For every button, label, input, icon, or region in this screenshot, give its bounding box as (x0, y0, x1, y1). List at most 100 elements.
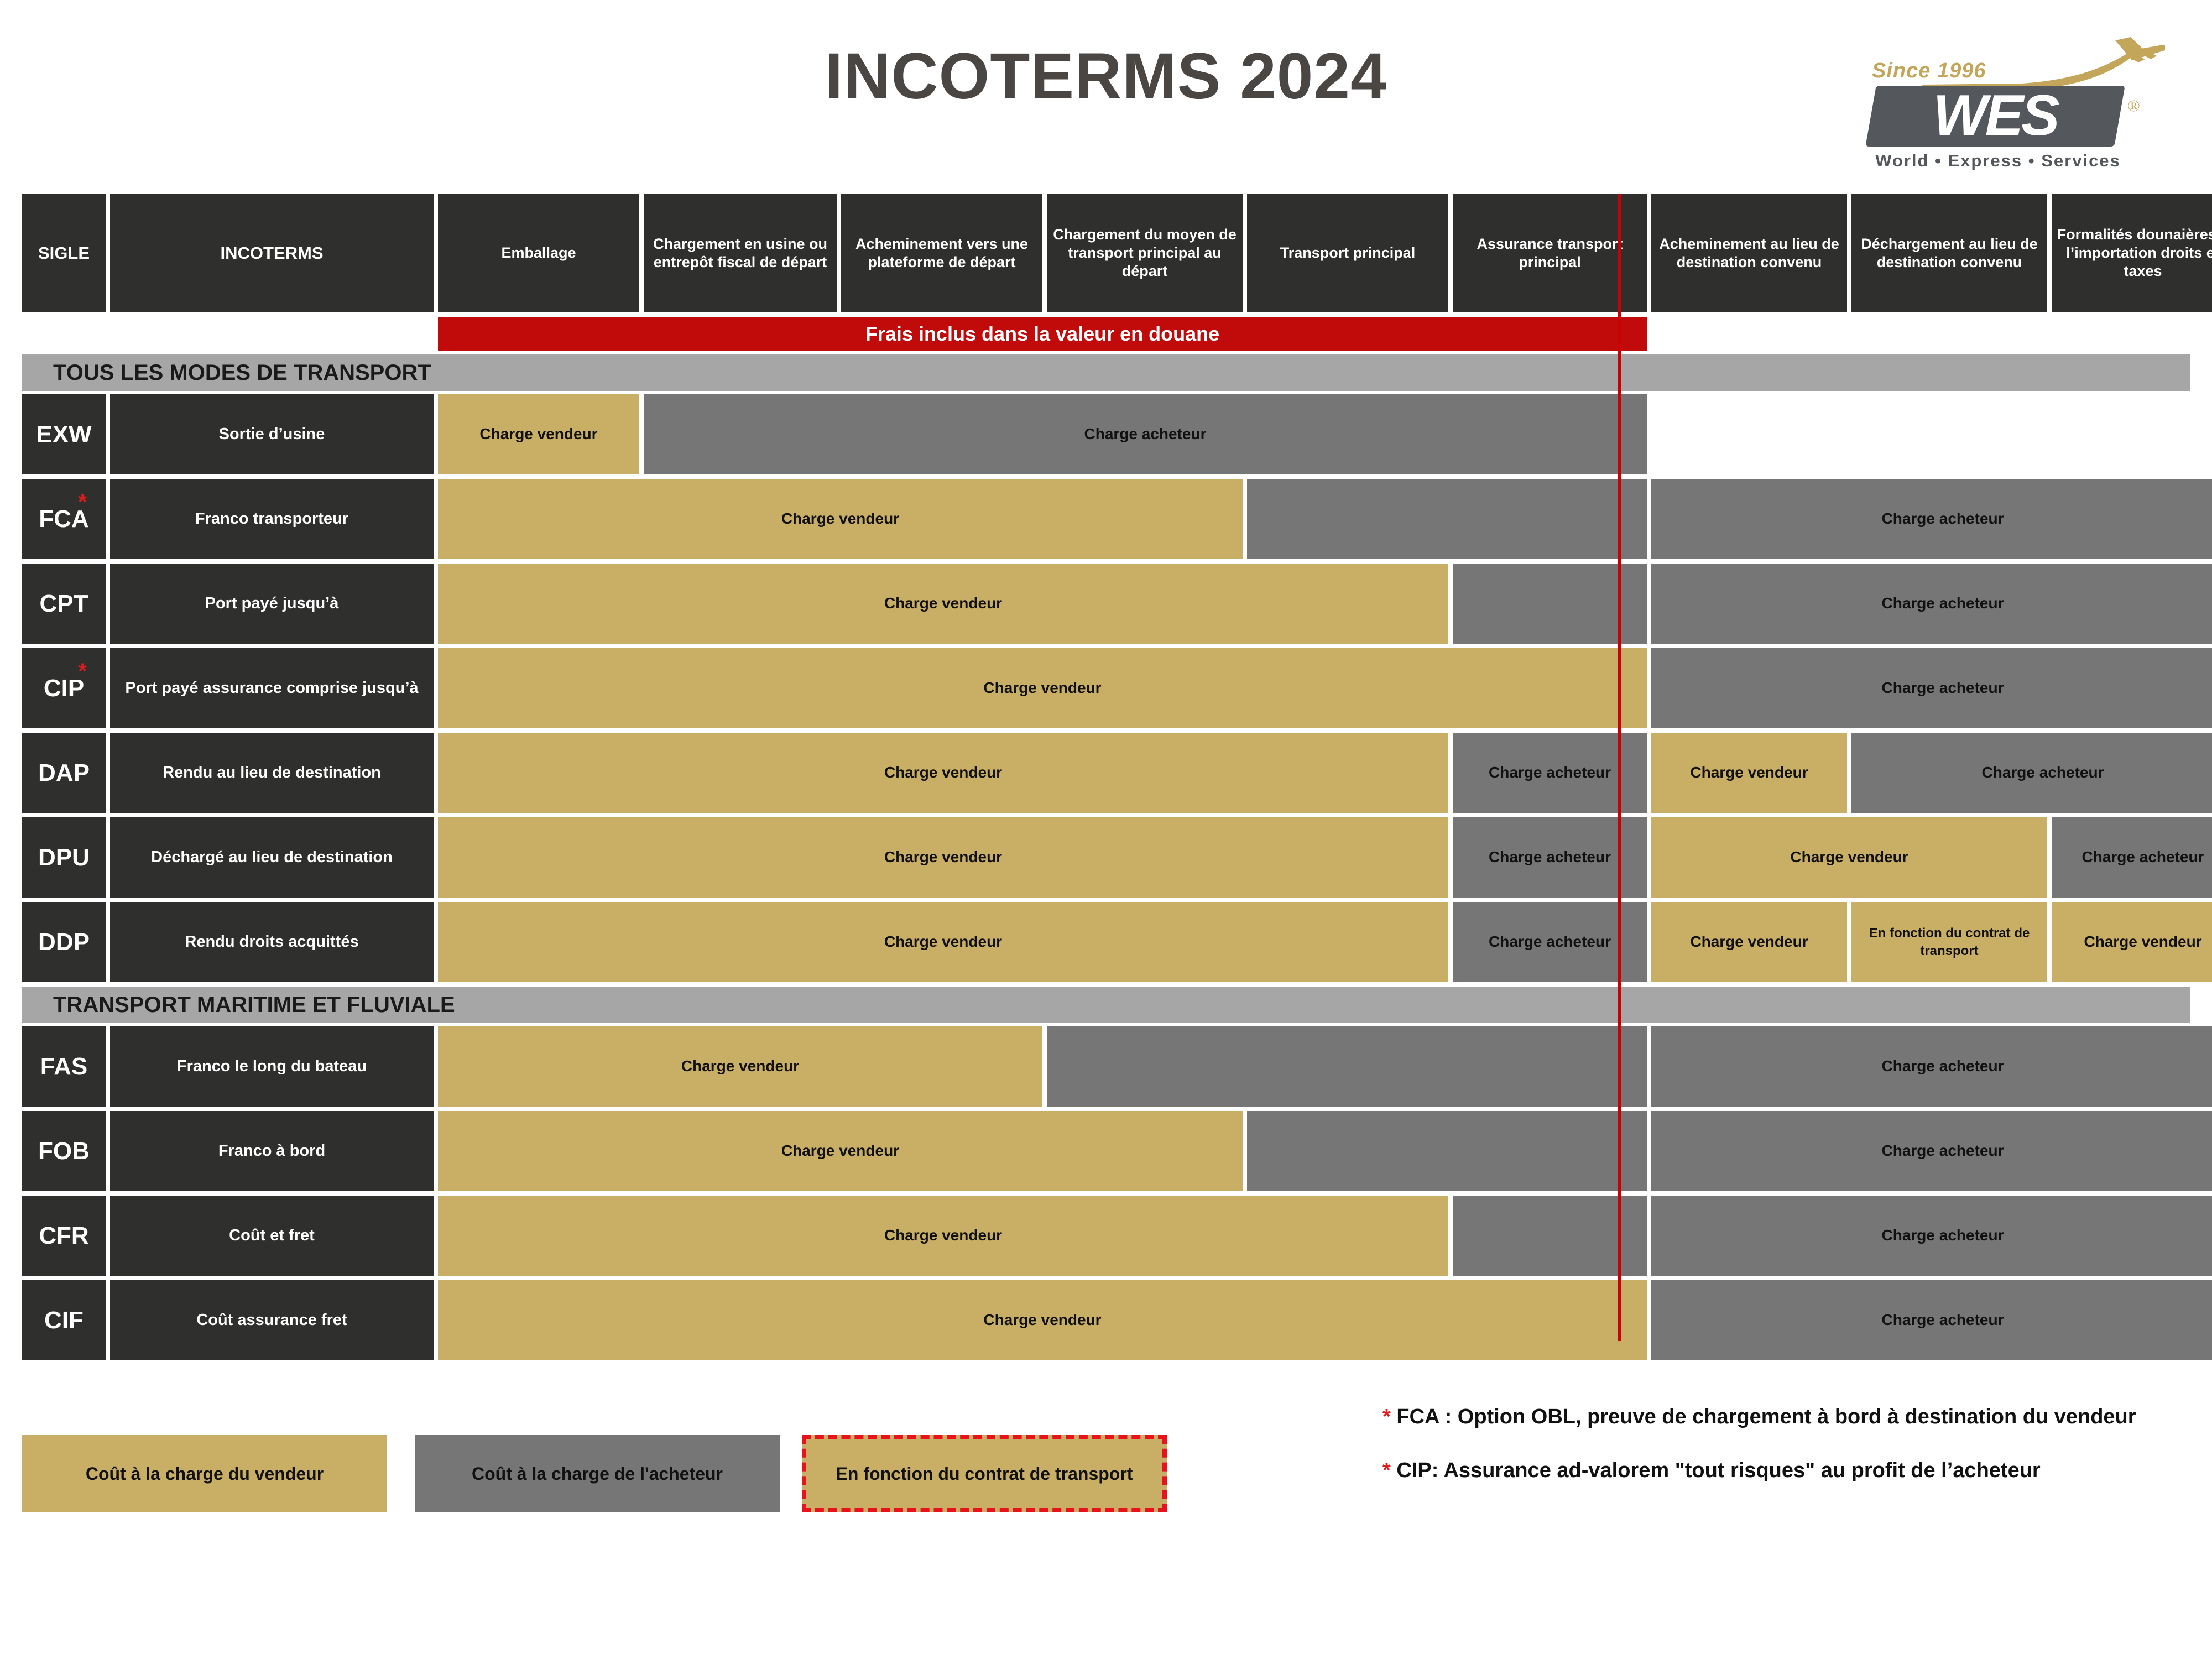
incoterm-code: CIF (22, 1280, 106, 1360)
table-row: FCA * Franco transporteur Charge vendeur Cha… (22, 479, 2212, 559)
registered-trademark-icon: ® (2127, 97, 2140, 115)
column-header-transport: Transport principal (1247, 194, 1448, 312)
cost-cell-seller: Charge vendeur (438, 648, 1647, 728)
section-title: TRANSPORT MARITIME ET FLUVIALE (22, 987, 2190, 1023)
cost-cell-buyer: Charge acheteur (1851, 733, 2212, 813)
cost-cell-seller: Charge vendeur (1651, 817, 2047, 898)
legend-contract-dependent: En fonction du contrat de transport (802, 1435, 1167, 1512)
cost-cell-seller: Charge vendeur (1651, 733, 1847, 813)
incoterm-code-label: FOB (38, 1137, 90, 1165)
section-title: TOUS LES MODES DE TRANSPORT (22, 354, 2190, 391)
cost-cell-seller: Charge vendeur (1651, 902, 1847, 982)
column-header-charg_usine: Chargement en usine ou entrepôt fiscal d… (644, 194, 837, 312)
legend-seller-cost: Coût à la charge du vendeur (22, 1435, 387, 1512)
incoterm-code: DDP (22, 902, 106, 982)
cost-cell-buyer: Charge acheteur (1651, 1111, 2212, 1191)
column-header-incoterms: INCOTERMS (110, 194, 434, 312)
table-row: DPU Déchargé au lieu de destination Charge… (22, 817, 2212, 898)
incoterm-code-label: CIF (44, 1306, 84, 1334)
cost-cell-seller: Charge vendeur (438, 1111, 1243, 1191)
cost-cell-seller: Charge vendeur (438, 902, 1448, 982)
incoterm-name: Sortie d’usine (110, 394, 434, 474)
page-header: INCOTERMS 2024 Since 1996 WES ® World • … (0, 0, 2212, 182)
incoterm-code-label: DDP (38, 928, 90, 956)
incoterm-name: Franco transporteur (110, 479, 434, 559)
cost-cell-buyer: Charge acheteur (2052, 817, 2212, 898)
incoterm-code: FAS (22, 1026, 106, 1107)
incoterm-name: Déchargé au lieu de destination (110, 817, 434, 898)
incoterm-code: FCA * (22, 479, 106, 559)
customs-value-banner-row: Frais inclus dans la valeur en douane (22, 317, 2190, 351)
table-row: CIF Coût assurance fret Charge vendeur Char… (22, 1280, 2212, 1360)
incoterm-name: Port payé jusqu’à (110, 564, 434, 644)
cost-cell-buyer: Charge acheteur (1651, 1026, 2212, 1107)
cost-cell-seller: Charge vendeur (438, 394, 639, 474)
table-row: DDP Rendu droits acquittés Charge vendeur C… (22, 902, 2212, 982)
incoterm-code-label: DPU (38, 843, 90, 871)
incoterm-code: DAP (22, 733, 106, 813)
cost-cell-buyer: Charge acheteur (1651, 1280, 2212, 1360)
column-header-emballage: Emballage (438, 194, 639, 312)
cost-cell-seller: Charge vendeur (438, 817, 1448, 898)
asterisk-icon: * (78, 490, 87, 514)
incoterm-code-label: CFR (39, 1222, 89, 1249)
asterisk-icon: * (78, 659, 87, 684)
incoterm-code: FOB (22, 1111, 106, 1191)
asterisk-icon: * (1383, 1405, 1391, 1428)
table-row: DAP Rendu au lieu de destination Charge ve… (22, 733, 2212, 813)
table-row: FOB Franco à bord Charge vendeur Charge ach… (22, 1111, 2212, 1191)
column-header-formalites: Formalités dounaières à l’importation dr… (2052, 194, 2212, 312)
wes-logo: Since 1996 WES ® World • Express • Servi… (1855, 19, 2165, 170)
cost-cell-seller: Charge vendeur (438, 733, 1448, 813)
column-header-achem_plate: Acheminement vers une plateforme de dépa… (841, 194, 1042, 312)
cost-cell-seller: Charge vendeur (438, 1196, 1448, 1276)
legend: Coût à la charge du vendeur Coût à la ch… (22, 1435, 1183, 1546)
incoterm-code-label: EXW (36, 420, 92, 448)
incoterm-name: Franco à bord (110, 1111, 434, 1191)
logo-tagline: World • Express • Services (1875, 151, 2121, 170)
cost-cell-seller: Charge vendeur (438, 564, 1448, 644)
incoterm-name: Rendu au lieu de destination (110, 733, 434, 813)
table-row: FAS Franco le long du bateau Charge vendeu… (22, 1026, 2212, 1107)
table-row: CIP * Port payé assurance comprise jusqu’à… (22, 648, 2212, 728)
incoterm-name: Franco le long du bateau (110, 1026, 434, 1107)
customs-border-divider (1618, 194, 1621, 1341)
incoterm-name: Rendu droits acquittés (110, 902, 434, 982)
footnote-cip: * CIP: Assurance ad-valorem "tout risque… (1383, 1455, 2190, 1486)
legend-buyer-cost: Coût à la charge de l'acheteur (415, 1435, 780, 1512)
column-header-decharg_dest: Déchargement au lieu de destination conv… (1851, 194, 2047, 312)
logo-since-text: Since 1996 (1872, 59, 1986, 82)
footnote-fca-text: FCA : Option OBL, preuve de chargement à… (1390, 1405, 2136, 1428)
cost-cell-buyer (1247, 479, 1647, 559)
incoterms-table: SIGLE INCOTERMS Emballage Chargement en usi… (22, 194, 2212, 1365)
incoterm-code-label: CPT (39, 589, 88, 617)
footnotes: * FCA : Option OBL, preuve de chargement… (1383, 1402, 2190, 1509)
cost-cell-seller: Charge vendeur (438, 479, 1243, 559)
incoterm-code: CIP * (22, 648, 106, 728)
cost-cell-buyer (1247, 1111, 1647, 1191)
footnote-cip-text: CIP: Assurance ad-valorem "tout risques"… (1390, 1459, 2041, 1483)
cost-cell-buyer (1047, 1026, 1647, 1107)
incoterm-code: CPT (22, 564, 106, 644)
incoterm-name: Port payé assurance comprise jusqu’à (110, 648, 434, 728)
cost-cell-seller: Charge vendeur (438, 1026, 1042, 1107)
cost-cell-buyer: Charge acheteur (644, 394, 1647, 474)
incoterm-code-label: DAP (38, 759, 90, 786)
incoterm-name: Coût et fret (110, 1196, 434, 1276)
incoterm-code: EXW (22, 394, 106, 474)
footnote-fca: * FCA : Option OBL, preuve de chargement… (1383, 1402, 2190, 1432)
cost-cell-buyer: Charge acheteur (1651, 648, 2212, 728)
customs-value-banner: Frais inclus dans la valeur en douane (438, 317, 1647, 351)
incoterm-name: Coût assurance fret (110, 1280, 434, 1360)
table-row: EXW Sortie d’usine Charge vendeur Charge ac… (22, 394, 2190, 474)
cost-cell-seller: Charge vendeur (2052, 902, 2212, 982)
cost-cell-buyer: Charge acheteur (1651, 1196, 2212, 1276)
column-header-achem_dest: Acheminement au lieu de destination conv… (1651, 194, 1847, 312)
section-header-row: TOUS LES MODES DE TRANSPORT (22, 354, 2190, 391)
column-header-sigle: SIGLE (22, 194, 106, 312)
table-row: CPT Port payé jusqu’à Charge vendeur Charge… (22, 564, 2212, 644)
incoterm-code-label: FAS (40, 1052, 88, 1080)
cost-cell-seller: Charge vendeur (438, 1280, 1647, 1360)
logo-wordmark: WES (1933, 84, 2060, 148)
column-header-charg_moyen: Chargement du moyen de transport princip… (1047, 194, 1243, 312)
